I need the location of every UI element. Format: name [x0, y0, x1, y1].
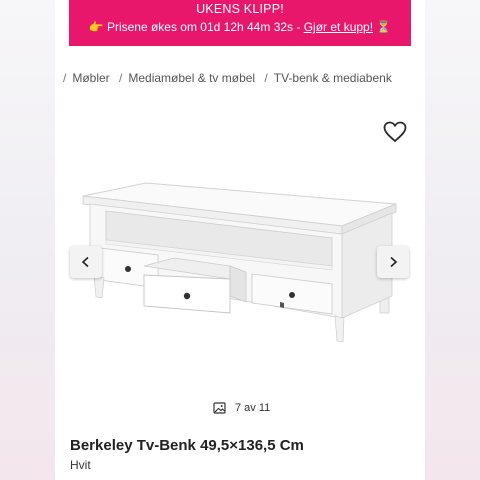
- breadcrumb-item-mobler[interactable]: Møbler: [72, 71, 109, 85]
- pointing-hand-icon: 👉: [88, 20, 104, 34]
- breadcrumb-item-tv-benk[interactable]: TV-benk & mediabenk: [274, 71, 392, 85]
- gallery-prev-button[interactable]: [70, 246, 102, 278]
- heart-icon[interactable]: [383, 121, 407, 143]
- breadcrumb-item-mediamobel[interactable]: Mediamøbel & tv møbel: [128, 71, 255, 85]
- gallery-counter: 7 av 11: [213, 402, 270, 414]
- breadcrumb: / Møbler / Mediamøbel & tv møbel / TV-benk …: [57, 71, 392, 85]
- promo-link[interactable]: Gjør et kupp!: [304, 20, 373, 34]
- image-icon: [213, 402, 226, 414]
- product-image: [82, 182, 397, 343]
- promo-banner[interactable]: UKENS KLIPP! 👉 Prisene økes om 01d 12h 4…: [69, 0, 411, 46]
- hourglass-icon: ⏳: [376, 20, 392, 34]
- product-title: Berkeley Tv-Benk 49,5×136,5 Cm: [70, 437, 304, 454]
- product-color: Hvit: [70, 458, 91, 472]
- chevron-right-icon: [390, 256, 398, 268]
- promo-title: UKENS KLIPP!: [196, 2, 284, 16]
- chevron-left-icon: [81, 256, 89, 268]
- gallery-counter-text: 7 av 11: [235, 402, 271, 414]
- breadcrumb-separator: /: [63, 71, 67, 85]
- promo-countdown: 👉 Prisene økes om 01d 12h 44m 32s - Gjør…: [69, 20, 411, 34]
- breadcrumb-separator: /: [264, 71, 268, 85]
- promo-countdown-text: Prisene økes om 01d 12h 44m 32s -: [106, 20, 304, 34]
- gallery-next-button[interactable]: [377, 246, 409, 278]
- breadcrumb-separator: /: [119, 71, 123, 85]
- product-page: UKENS KLIPP! 👉 Prisene økes om 01d 12h 4…: [55, 0, 425, 480]
